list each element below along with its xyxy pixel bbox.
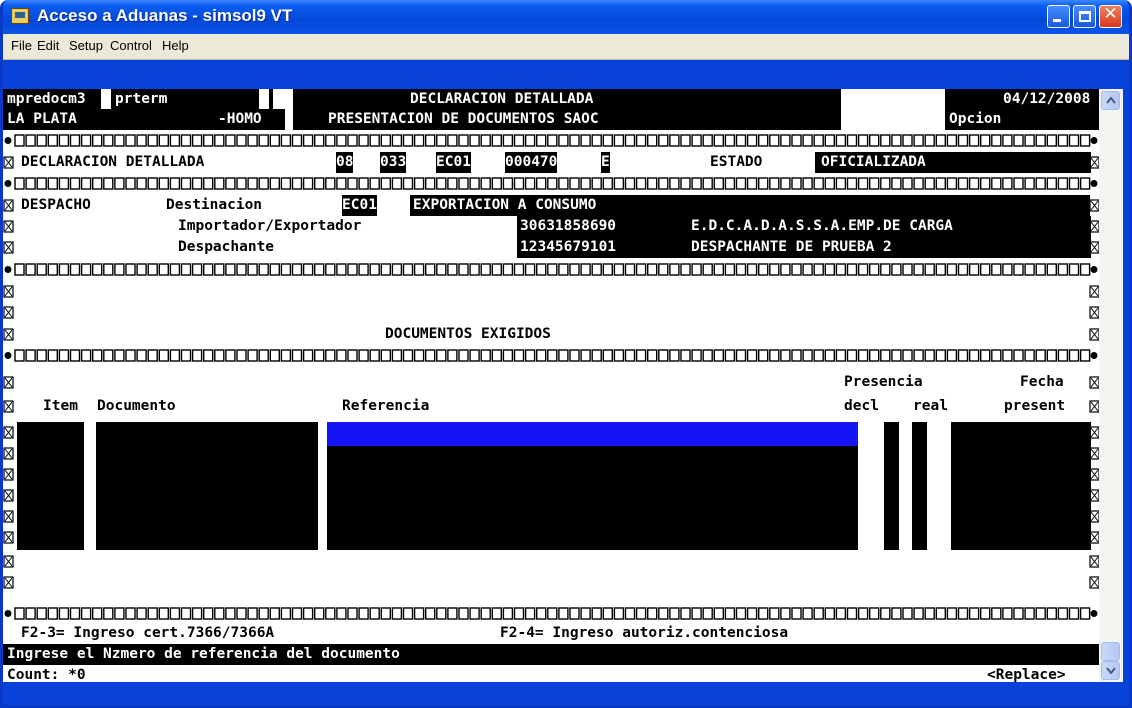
vertical-scrollbar[interactable] [1099,89,1123,682]
menu-bar: File Edit Setup Control Help [3,34,1129,60]
minimize-button[interactable] [1047,5,1070,28]
terminal-box-border [3,156,1099,589]
menu-control[interactable]: Control [110,38,152,53]
close-button[interactable]: ✕ [1099,4,1122,28]
scroll-down-button[interactable] [1101,661,1120,680]
menu-edit[interactable]: Edit [37,38,59,53]
maximize-button[interactable] [1073,5,1096,28]
minimize-icon [1053,19,1061,22]
close-icon: ✕ [1103,4,1118,24]
terminal-screen[interactable]: mpredocm3 prterm DECLARACION DETALLADA 0… [3,89,1099,683]
menu-file[interactable]: File [11,38,32,53]
maximize-icon [1079,11,1091,22]
title-bar[interactable]: Acceso a Aduanas - simsol9 VT ✕ [3,0,1129,34]
window-title: Acceso a Aduanas - simsol9 VT [37,6,293,25]
chevron-down-icon [1106,667,1116,674]
menu-setup[interactable]: Setup [69,38,103,53]
terminal-app-icon[interactable] [11,8,29,24]
chevron-up-icon [1106,97,1116,104]
scroll-up-button[interactable] [1101,91,1120,110]
menu-help[interactable]: Help [162,38,189,53]
scroll-thumb[interactable] [1101,642,1120,661]
